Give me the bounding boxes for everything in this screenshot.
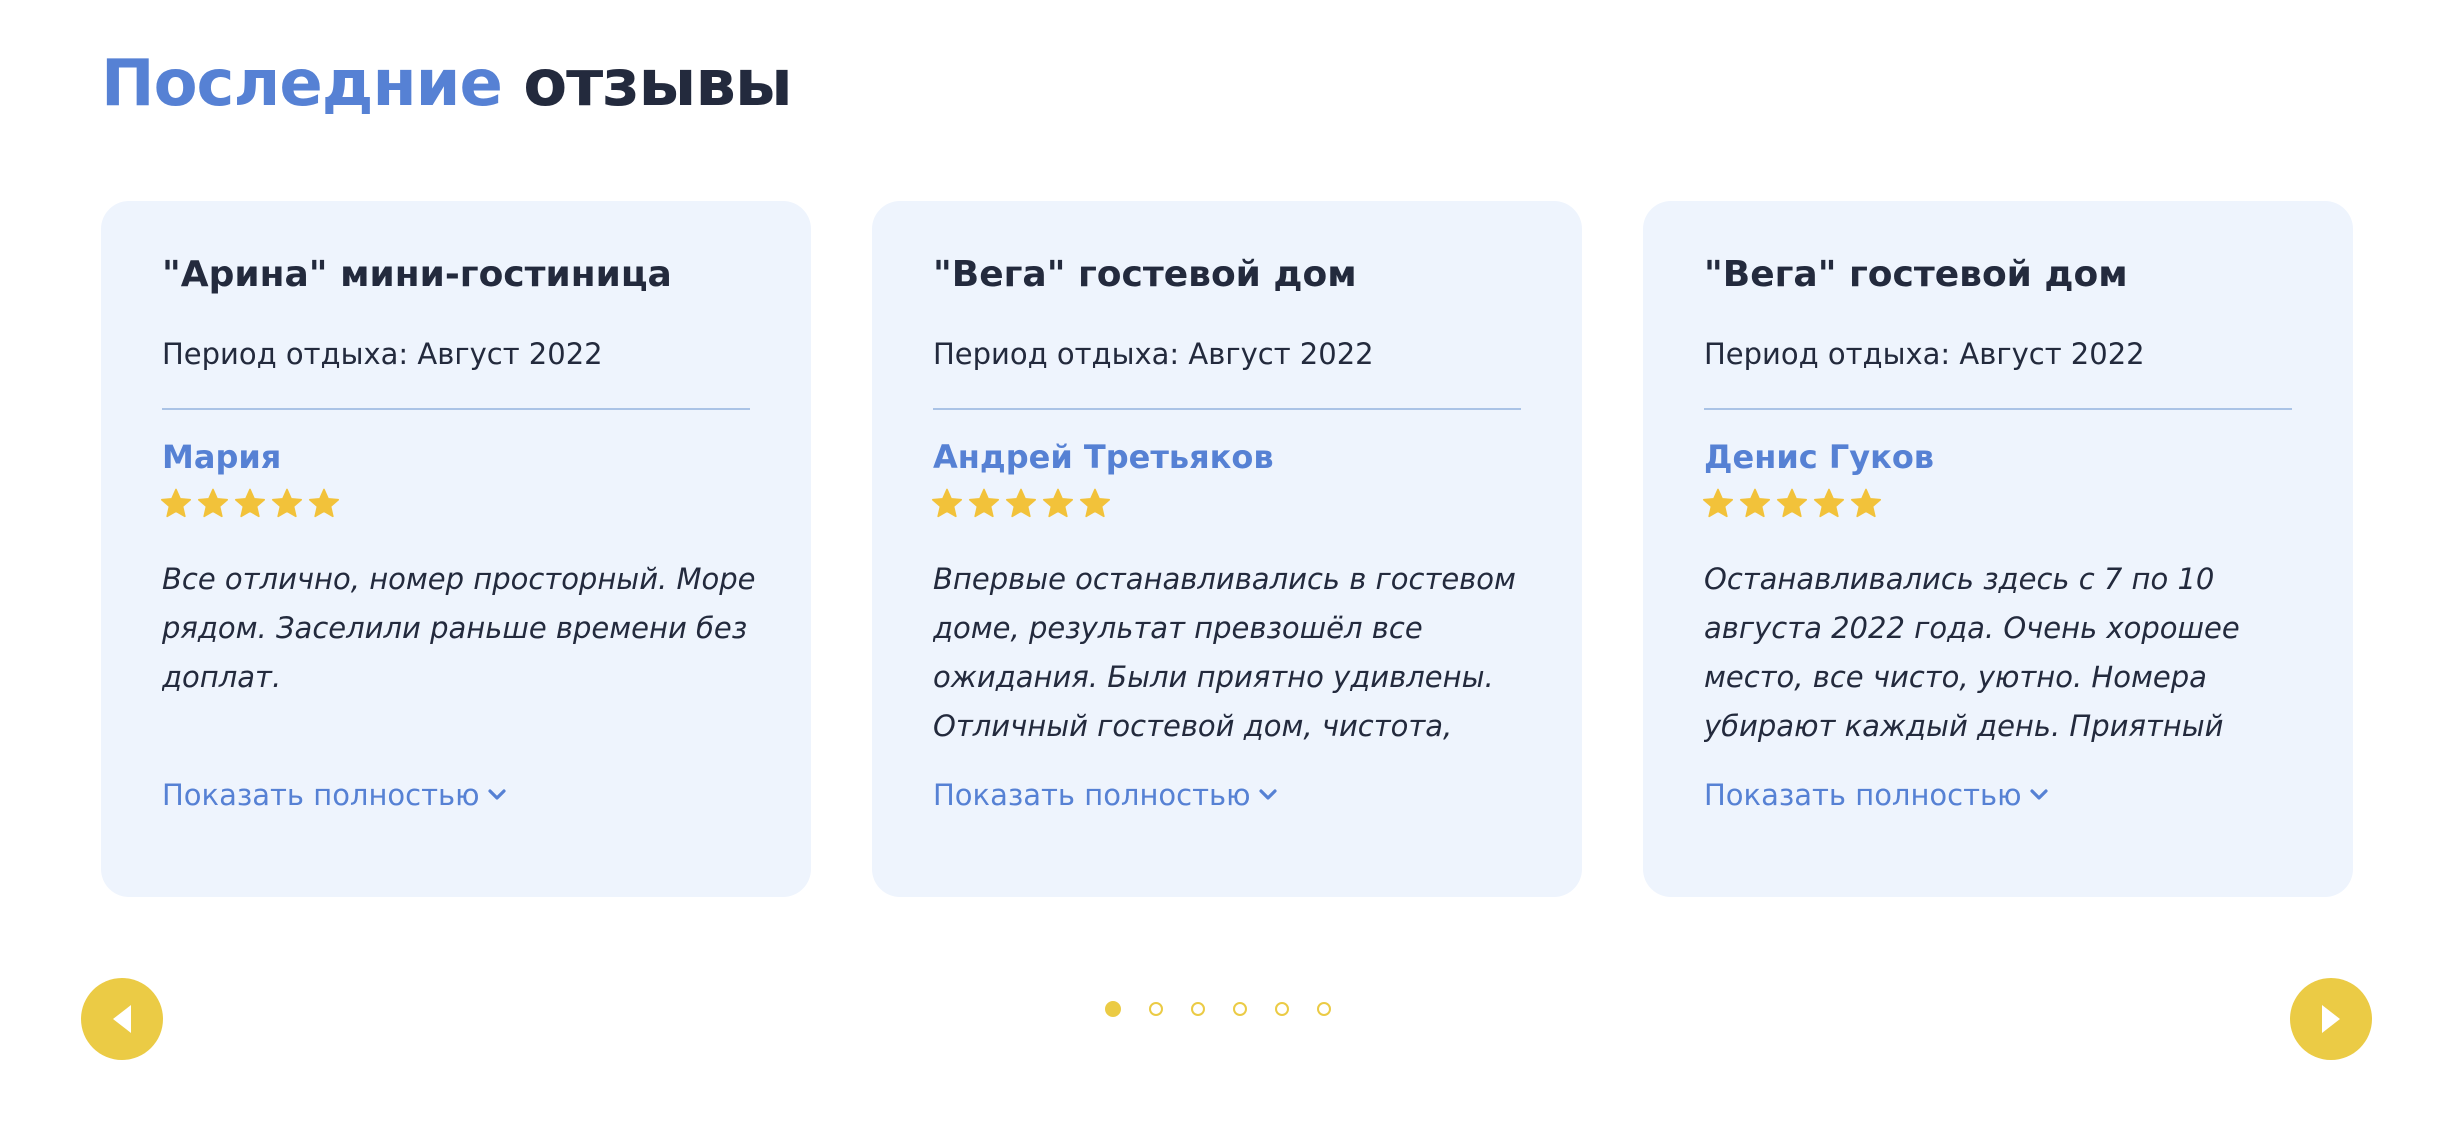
star-icon (197, 488, 229, 518)
pagination-dots (1105, 1001, 1331, 1017)
review-hotel-name: "Вега" гостевой дом (1704, 254, 2128, 295)
chevron-down-icon (2029, 789, 2048, 800)
star-icon (308, 488, 340, 518)
reviews-section: Последние отзывы "Арина" мини-гостиница … (0, 0, 2458, 1130)
star-icon (1702, 488, 1734, 518)
divider (1704, 408, 2292, 410)
divider (933, 408, 1521, 410)
chevron-down-icon (487, 789, 506, 800)
pagination-dot[interactable] (1149, 1002, 1163, 1016)
show-more-label: Показать полностью (1704, 778, 2022, 812)
review-text: Впервые останавливались в гостевом доме,… (933, 562, 1516, 743)
triangle-left-icon (113, 1005, 131, 1033)
triangle-right-icon (2322, 1005, 2340, 1033)
show-more-label: Показать полностью (933, 778, 1251, 812)
section-title-rest: отзывы (501, 47, 792, 121)
star-icon (1079, 488, 1111, 518)
review-card: "Арина" мини-гостиница Период отдыха: Ав… (101, 201, 811, 897)
review-period: Период отдыха: Август 2022 (1704, 337, 2145, 371)
chevron-down-icon (1258, 789, 1277, 800)
next-slide-button[interactable] (2290, 978, 2372, 1060)
review-author: Денис Гуков (1704, 438, 1935, 476)
show-more-link[interactable]: Показать полностью (162, 775, 506, 815)
show-more-label: Показать полностью (162, 778, 480, 812)
rating-stars (930, 487, 1112, 521)
show-more-link[interactable]: Показать полностью (933, 775, 1277, 815)
star-icon (271, 488, 303, 518)
rating-stars (159, 487, 341, 521)
review-author: Мария (162, 438, 282, 476)
star-icon (234, 488, 266, 518)
star-icon (968, 488, 1000, 518)
rating-stars (1701, 487, 1883, 521)
review-hotel-name: "Вега" гостевой дом (933, 254, 1357, 295)
review-text: Все отлично, номер просторный. Море рядо… (162, 562, 756, 694)
divider (162, 408, 750, 410)
pagination-dot[interactable] (1317, 1002, 1331, 1016)
review-period: Период отдыха: Август 2022 (162, 337, 603, 371)
section-title-accent: Последние (101, 47, 503, 121)
star-icon (1042, 488, 1074, 518)
pagination-dot[interactable] (1233, 1002, 1247, 1016)
star-icon (1739, 488, 1771, 518)
review-card: "Вега" гостевой дом Период отдыха: Авгус… (1643, 201, 2353, 897)
review-card: "Вега" гостевой дом Период отдыха: Авгус… (872, 201, 1582, 897)
review-author: Андрей Третьяков (933, 438, 1274, 476)
star-icon (160, 488, 192, 518)
star-icon (1850, 488, 1882, 518)
prev-slide-button[interactable] (81, 978, 163, 1060)
section-title: Последние отзывы (101, 44, 793, 124)
star-icon (931, 488, 963, 518)
show-more-link[interactable]: Показать полностью (1704, 775, 2048, 815)
pagination-dot[interactable] (1191, 1002, 1205, 1016)
pagination-dot[interactable] (1105, 1001, 1121, 1017)
review-period: Период отдыха: Август 2022 (933, 337, 1374, 371)
star-icon (1005, 488, 1037, 518)
review-text: Останавливались здесь с 7 по 10 августа … (1704, 562, 2240, 743)
review-hotel-name: "Арина" мини-гостиница (162, 254, 672, 295)
pagination-dot[interactable] (1275, 1002, 1289, 1016)
star-icon (1776, 488, 1808, 518)
star-icon (1813, 488, 1845, 518)
